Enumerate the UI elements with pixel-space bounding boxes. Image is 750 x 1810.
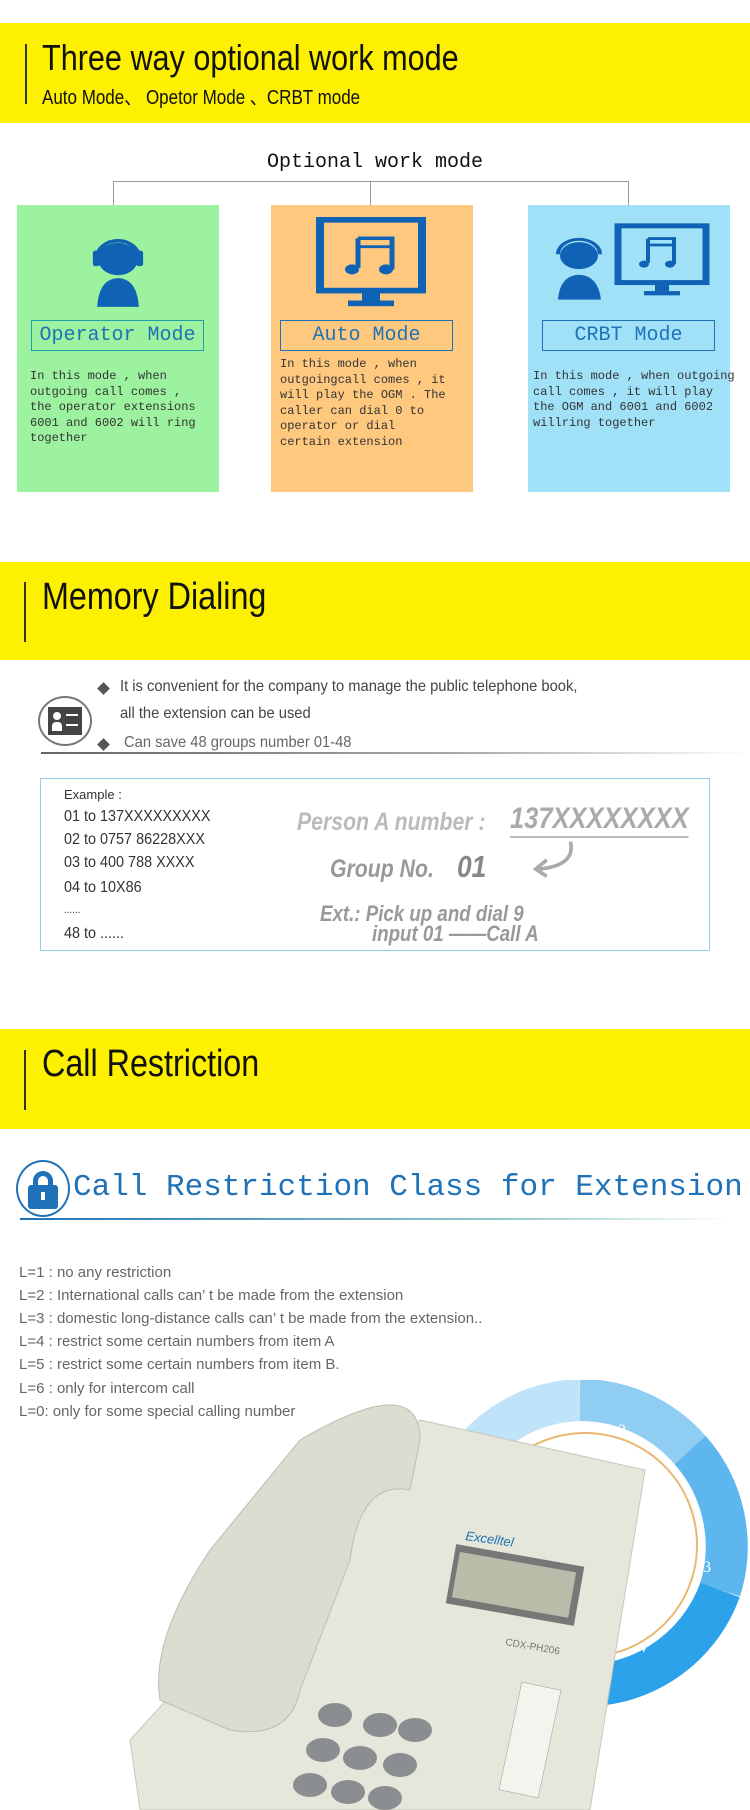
mode-card-operator: Operator Mode In this mode , when outgoi… xyxy=(17,205,219,492)
restriction-level: L=5 : restrict some certain numbers from… xyxy=(19,1356,340,1373)
restriction-level: L=4 : restrict some certain numbers from… xyxy=(19,1333,335,1350)
mode-label: Auto Mode xyxy=(280,320,453,351)
operator-monitor-music-icon xyxy=(556,223,710,300)
person-number: 137XXXXXXXX xyxy=(510,802,689,838)
example-row: 03 to 400 788 XXXX xyxy=(64,854,195,871)
header-divider xyxy=(24,1050,26,1110)
mode-label: Operator Mode xyxy=(31,320,204,351)
restriction-level: L=2 : International calls can’ t be made… xyxy=(19,1287,404,1304)
bullet-icon xyxy=(97,682,110,695)
section-title: Call Restriction xyxy=(42,1043,260,1085)
example-row: 02 to 0757 86228XXX xyxy=(64,831,205,848)
example-row: 04 to 10X86 xyxy=(64,879,142,896)
return-arrow-icon xyxy=(532,841,573,878)
mode-card-crbt: CRBT Mode In this mode , when outgoing c… xyxy=(528,205,735,492)
lock-icon xyxy=(16,1160,70,1217)
header-divider xyxy=(24,582,26,642)
restriction-level: L=6 : only for intercom call xyxy=(19,1380,195,1397)
divider xyxy=(41,752,750,754)
group-label: Group No. xyxy=(330,855,434,883)
diagram-title: Optional work mode xyxy=(266,151,484,174)
heading-underline xyxy=(20,1218,730,1220)
connector-line xyxy=(370,181,371,205)
mode-description: In this mode , when outgoingcall comes ,… xyxy=(280,357,446,449)
telephone-image: Excelltel CDX-PH206 xyxy=(129,1404,646,1810)
restriction-level: L=3 : domestic long-distance calls can’ … xyxy=(19,1310,483,1327)
restriction-level: L=1 : no any restriction xyxy=(19,1264,172,1281)
example-row: 48 to ...... xyxy=(64,925,125,942)
bullet-text: It is convenient for the company to mana… xyxy=(120,678,578,695)
mode-label: CRBT Mode xyxy=(542,320,715,351)
header-divider xyxy=(25,44,27,104)
section-title: Three way optional work mode xyxy=(42,37,459,78)
contact-card-icon xyxy=(38,696,92,746)
connector-line xyxy=(113,181,629,205)
cycle-step: 3 xyxy=(703,1559,711,1576)
group-value: 01 xyxy=(457,849,487,884)
headset-operator-icon xyxy=(92,239,144,307)
example-row: 01 to 137XXXXXXXXX xyxy=(64,808,211,825)
person-label: Person A number : xyxy=(297,808,486,836)
restriction-level: L=0: only for some special calling numbe… xyxy=(19,1403,296,1420)
monitor-music-icon xyxy=(316,217,426,307)
ext-instruction: input 01 ——Call A xyxy=(372,921,539,946)
section-subtitle: Auto Mode、 Opetor Mode 、CRBT mode xyxy=(42,87,361,109)
bullet-text: all the extension can be used xyxy=(120,705,311,722)
section-title: Memory Dialing xyxy=(42,576,267,618)
example-label: Example : xyxy=(64,787,122,802)
bullet-icon xyxy=(97,738,110,751)
bullet-text: Can save 48 groups number 01-48 xyxy=(124,734,352,751)
mode-description: In this mode , when outgoing call comes … xyxy=(533,369,735,430)
mode-description: In this mode , when outgoing call comes … xyxy=(30,369,196,445)
mode-card-auto: Auto Mode In this mode , when outgoingca… xyxy=(271,205,473,492)
example-row: ...... xyxy=(64,904,81,916)
restriction-heading: Call Restriction Class for Extension xyxy=(73,1170,743,1205)
